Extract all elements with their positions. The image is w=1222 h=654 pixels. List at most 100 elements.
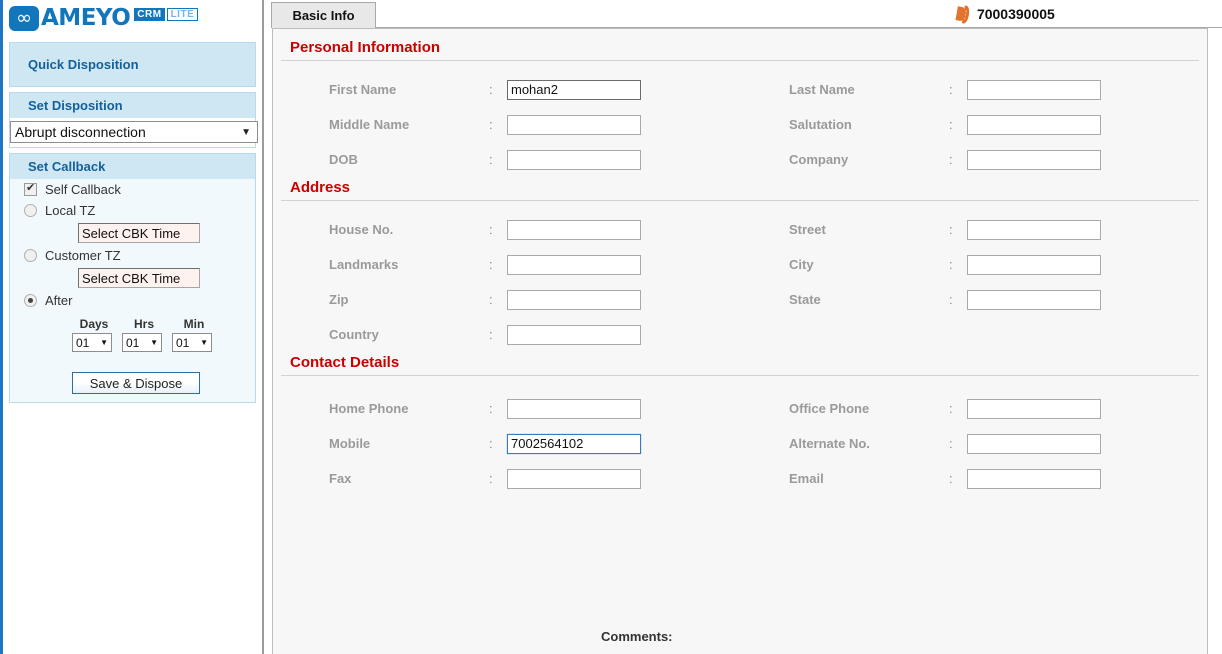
after-label: After bbox=[45, 293, 73, 308]
field-alternate-no: Alternate No. : bbox=[789, 433, 1101, 454]
field-label: State bbox=[789, 292, 821, 307]
phone-number-text: 7000390005 bbox=[976, 6, 1055, 22]
min-select[interactable]: 01 ▼ bbox=[172, 333, 212, 352]
infinity-logo-icon: ∞ bbox=[9, 5, 39, 31]
section-title-contact-details: Contact Details bbox=[290, 354, 400, 371]
call-phone-number: ☎ 7000390005 bbox=[951, 3, 1055, 26]
field-colon: : bbox=[489, 401, 493, 416]
local-tz-radio[interactable] bbox=[24, 204, 37, 217]
local-tz-row[interactable]: Local TZ bbox=[10, 200, 255, 221]
zip-input[interactable] bbox=[507, 289, 641, 310]
field-colon: : bbox=[489, 436, 493, 451]
after-radio[interactable] bbox=[24, 294, 37, 307]
last-name-input[interactable] bbox=[967, 79, 1101, 100]
field-colon: : bbox=[949, 82, 953, 97]
customer-tz-label: Customer TZ bbox=[45, 248, 121, 263]
field-colon: : bbox=[949, 292, 953, 307]
field-colon: : bbox=[949, 471, 953, 486]
house-no-input[interactable] bbox=[507, 219, 641, 240]
first-name-input[interactable] bbox=[507, 79, 641, 100]
city-input[interactable] bbox=[967, 254, 1101, 275]
field-colon: : bbox=[489, 222, 493, 237]
company-input[interactable] bbox=[967, 149, 1101, 170]
field-colon: : bbox=[489, 152, 493, 167]
alternate-no-input[interactable] bbox=[967, 433, 1101, 454]
field-label: Email bbox=[789, 471, 824, 486]
field-office-phone: Office Phone : bbox=[789, 398, 1101, 419]
mobile-input[interactable] bbox=[507, 433, 641, 454]
field-colon: : bbox=[949, 152, 953, 167]
field-label: Company bbox=[789, 152, 849, 167]
field-colon: : bbox=[949, 401, 953, 416]
days-select[interactable]: 01 ▼ bbox=[72, 333, 112, 352]
field-label: Alternate No. bbox=[789, 436, 870, 451]
field-label: Mobile bbox=[329, 436, 371, 451]
middle-name-input[interactable] bbox=[507, 114, 641, 135]
section-rule bbox=[281, 60, 1199, 61]
self-callback-checkbox[interactable] bbox=[24, 181, 37, 196]
field-landmarks: Landmarks : bbox=[329, 254, 641, 275]
brand-name: AMEYO bbox=[41, 4, 131, 31]
spinner-headers: Days Hrs Min bbox=[72, 317, 255, 331]
field-label: First Name bbox=[329, 82, 397, 97]
field-country: Country : bbox=[329, 324, 641, 345]
local-tz-cbk-time-input[interactable]: Select CBK Time bbox=[78, 223, 200, 243]
local-tz-label: Local TZ bbox=[45, 203, 96, 218]
field-street: Street : bbox=[789, 219, 1101, 240]
field-first-name: First Name : bbox=[329, 79, 641, 100]
self-callback-label: Self Callback bbox=[45, 182, 121, 197]
save-dispose-button[interactable]: Save & Dispose bbox=[72, 372, 200, 394]
field-label: House No. bbox=[329, 222, 394, 237]
field-colon: : bbox=[489, 257, 493, 272]
customer-tz-cbk-time-input[interactable]: Select CBK Time bbox=[78, 268, 200, 288]
field-label: Zip bbox=[329, 292, 349, 307]
field-colon: : bbox=[489, 82, 493, 97]
field-email: Email : bbox=[789, 468, 1101, 489]
home-phone-input[interactable] bbox=[507, 398, 641, 419]
quick-disposition-title: Quick Disposition bbox=[28, 57, 139, 72]
chevron-down-icon: ▼ bbox=[241, 126, 251, 138]
field-dob: DOB : bbox=[329, 149, 641, 170]
tab-basic-info[interactable]: Basic Info bbox=[271, 2, 376, 28]
section-rule bbox=[281, 200, 1199, 201]
disposition-select[interactable]: Abrupt disconnection ▼ bbox=[10, 121, 258, 143]
field-colon: : bbox=[949, 222, 953, 237]
field-zip: Zip : bbox=[329, 289, 641, 310]
dob-input[interactable] bbox=[507, 149, 641, 170]
lite-badge: LITE bbox=[166, 7, 199, 21]
field-mobile: Mobile : bbox=[329, 433, 641, 454]
email-input[interactable] bbox=[967, 468, 1101, 489]
customer-tz-row[interactable]: Customer TZ bbox=[10, 245, 255, 266]
after-row[interactable]: After bbox=[10, 290, 255, 311]
field-last-name: Last Name : bbox=[789, 79, 1101, 100]
disposition-selected-value: Abrupt disconnection bbox=[15, 124, 146, 140]
field-colon: : bbox=[949, 257, 953, 272]
landmarks-input[interactable] bbox=[507, 254, 641, 275]
field-label: Landmarks bbox=[329, 257, 399, 272]
min-header: Min bbox=[183, 317, 205, 331]
days-value: 01 bbox=[76, 335, 90, 350]
customer-tz-radio[interactable] bbox=[24, 249, 37, 262]
hrs-select[interactable]: 01 ▼ bbox=[122, 333, 162, 352]
country-input[interactable] bbox=[507, 324, 641, 345]
office-phone-input[interactable] bbox=[967, 398, 1101, 419]
chevron-down-icon: ▼ bbox=[150, 338, 158, 347]
self-callback-row[interactable]: Self Callback bbox=[10, 179, 255, 200]
chevron-down-icon: ▼ bbox=[100, 338, 108, 347]
field-colon: : bbox=[949, 436, 953, 451]
sidebar-divider bbox=[262, 0, 264, 654]
section-title-personal-information: Personal Information bbox=[290, 39, 441, 56]
quick-disposition-panel[interactable]: Quick Disposition bbox=[9, 42, 256, 87]
state-input[interactable] bbox=[967, 289, 1101, 310]
salutation-input[interactable] bbox=[967, 114, 1101, 135]
topbar: Basic Info ☎ 7000390005 a1 bbox=[264, 0, 1222, 28]
set-callback-title: Set Callback bbox=[10, 154, 255, 179]
field-state: State : bbox=[789, 289, 1101, 310]
fax-input[interactable] bbox=[507, 468, 641, 489]
crm-badge: CRM bbox=[134, 7, 165, 21]
section-title-address: Address bbox=[290, 179, 351, 196]
after-duration-group: Days Hrs Min 01 ▼ 01 ▼ 01 ▼ bbox=[72, 317, 255, 352]
chevron-down-icon: ▼ bbox=[200, 338, 208, 347]
street-input[interactable] bbox=[967, 219, 1101, 240]
hrs-header: Hrs bbox=[133, 317, 154, 331]
